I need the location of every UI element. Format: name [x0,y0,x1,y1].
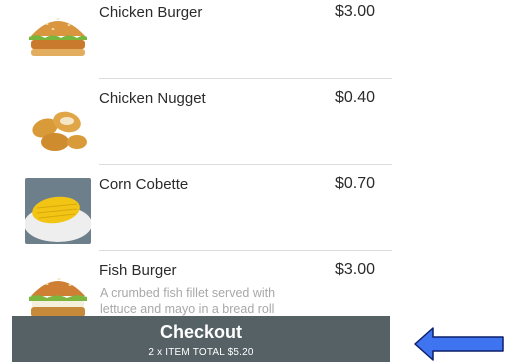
item-name: Chicken Nugget [99,90,206,107]
checkout-button[interactable]: Checkout 2 x ITEM TOTAL $5.20 [12,316,390,362]
item-name: Fish Burger [99,262,177,279]
corn-cobette-image [25,178,91,244]
item-name: Chicken Burger [99,4,203,21]
menu-item-chicken-nugget[interactable]: Chicken Nugget $0.40 [0,79,392,165]
checkout-title: Checkout [159,322,242,342]
item-price: $3.00 [334,3,375,20]
item-price: $0.70 [334,175,375,192]
item-name: Corn Cobette [99,176,189,193]
item-price: $0.40 [334,89,375,106]
chicken-nugget-image [25,92,91,158]
arrow-left-icon [414,327,504,361]
menu-list: Chicken Burger $3.00 Chicken Nugget $0.4… [0,0,392,362]
item-description: A crumbed fish fillet served with lettuc… [100,286,276,316]
menu-item-corn-cobette[interactable]: Corn Cobette $0.70 [0,165,392,251]
menu-item-chicken-burger[interactable]: Chicken Burger $3.00 [0,0,392,79]
checkout-summary: 2 x ITEM TOTAL $5.20 [148,347,254,358]
item-price: $3.00 [334,261,375,278]
chicken-burger-image [25,0,91,66]
